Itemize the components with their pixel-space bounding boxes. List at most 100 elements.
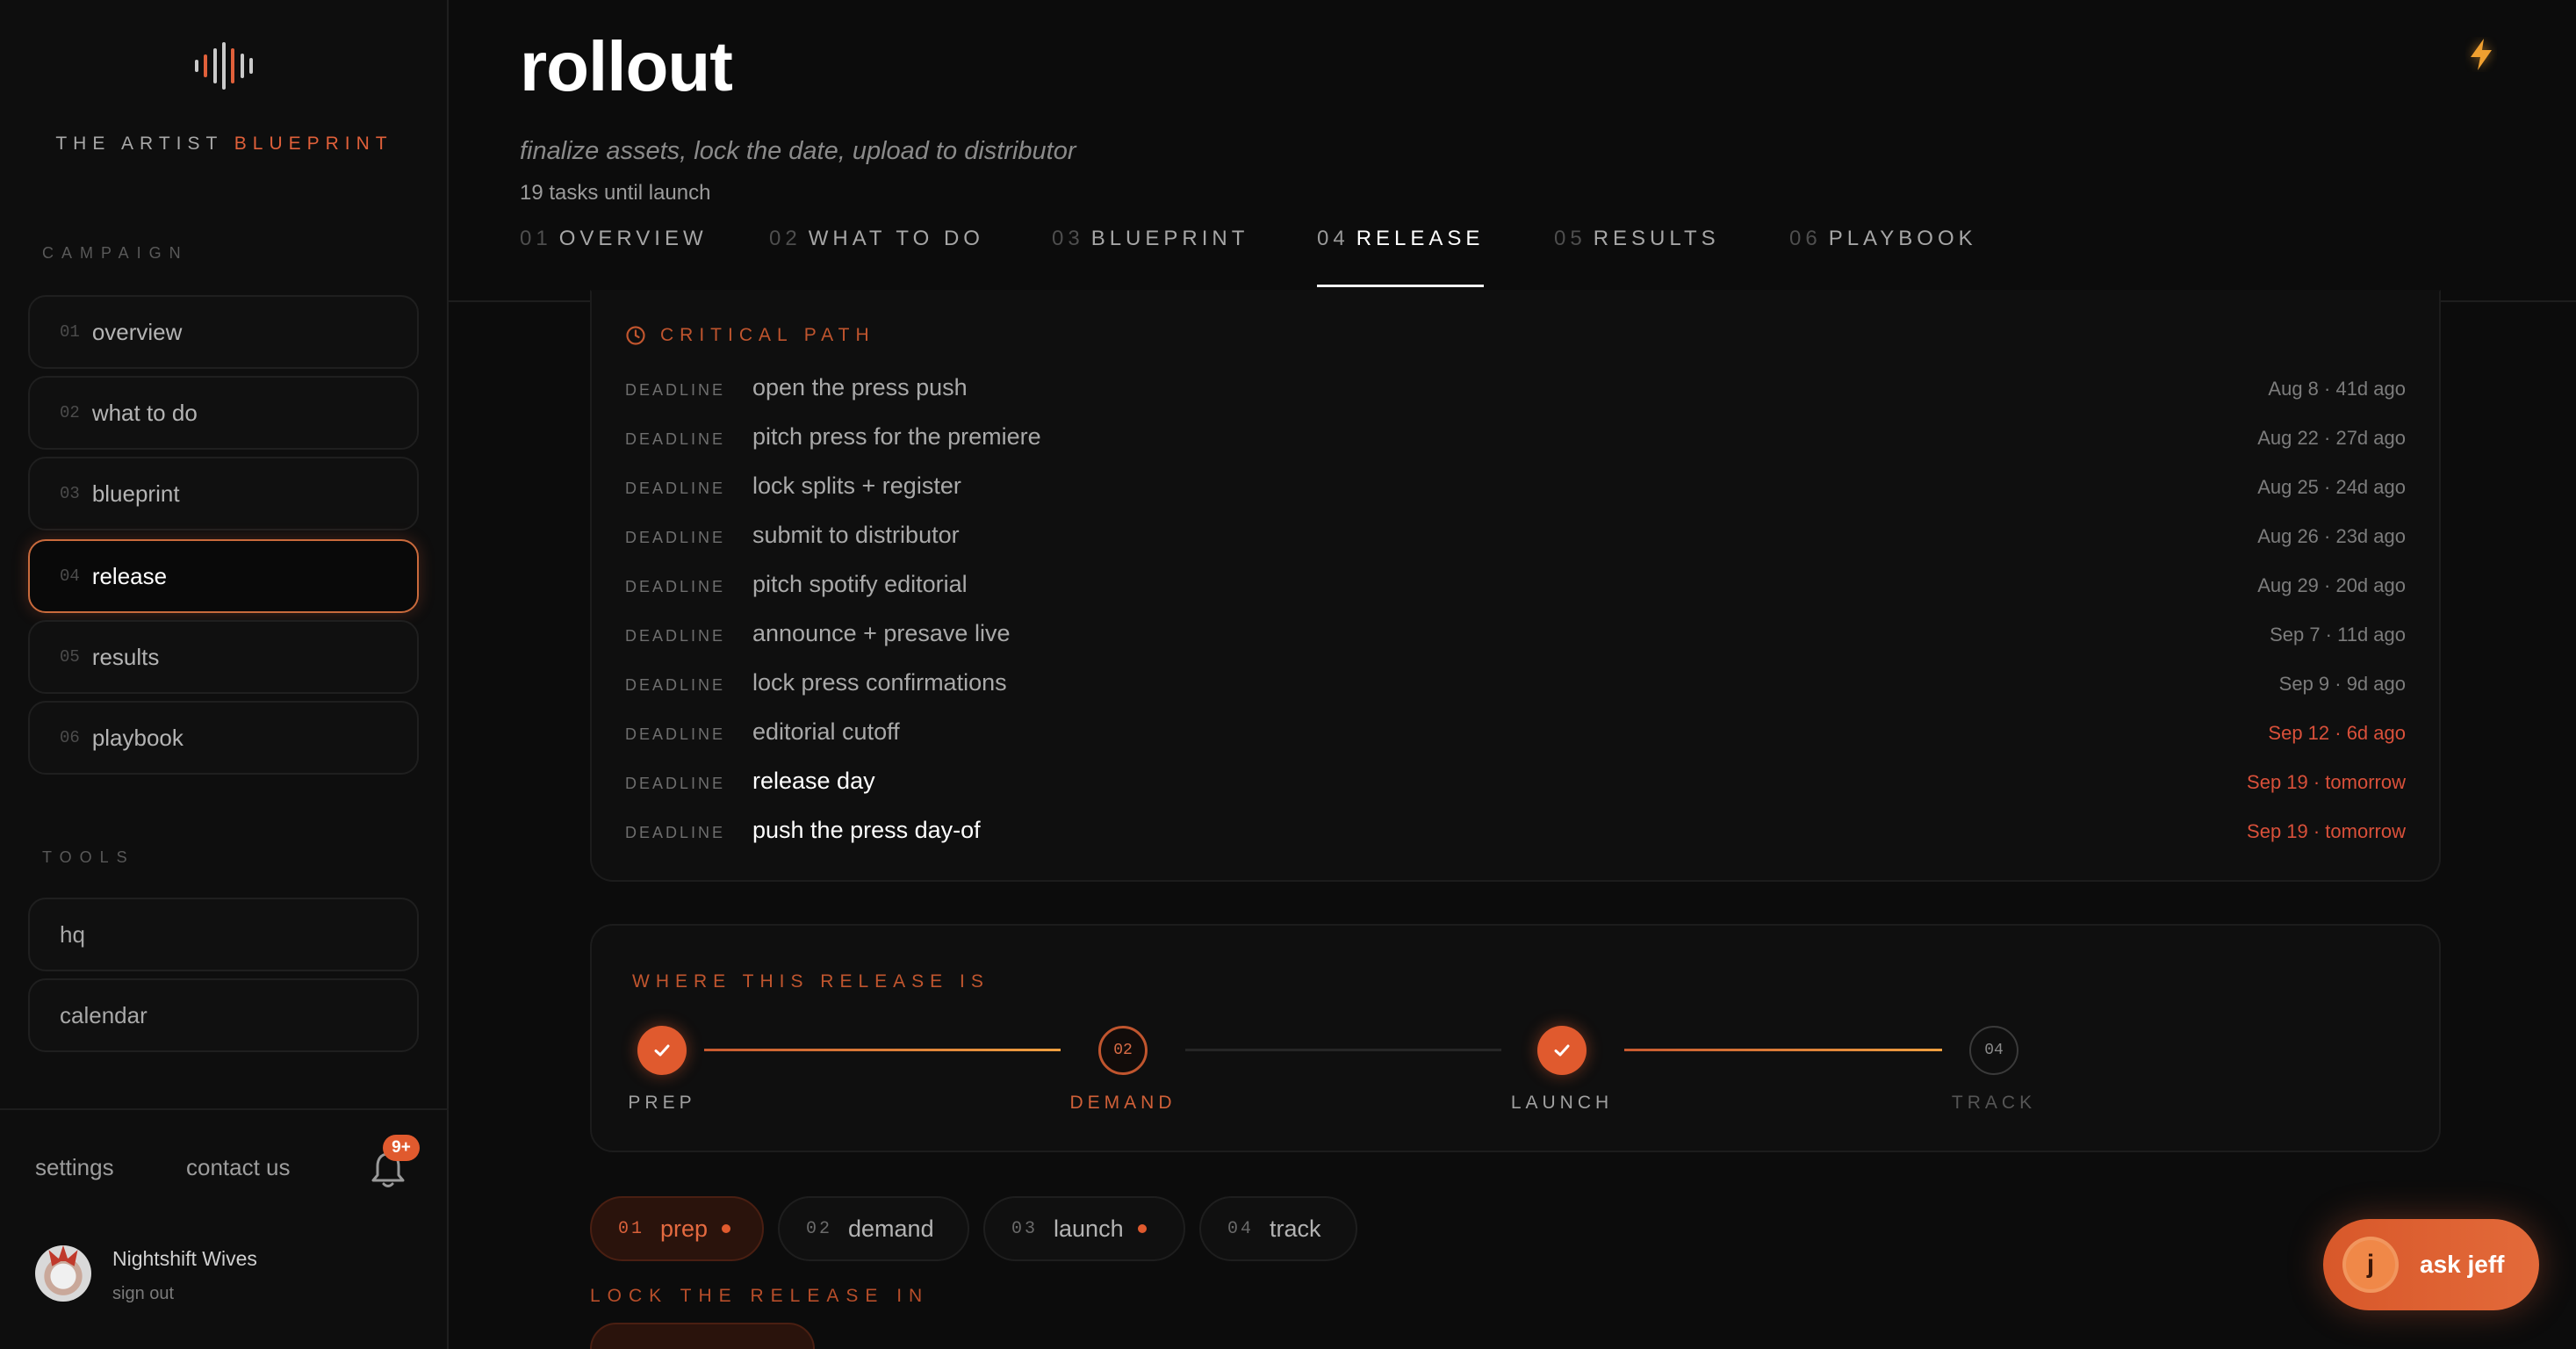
sidebar-item-release[interactable]: 04 release: [28, 539, 419, 613]
tab-what-to-do[interactable]: 02 WHAT TO DO: [769, 227, 984, 288]
deadline-task: pitch spotify editorial: [752, 571, 968, 597]
task-count: 19 tasks until launch: [520, 181, 711, 205]
phase-label: launch: [1054, 1215, 1124, 1242]
deadline-row[interactable]: DEADLINE pitch spotify editorial Aug 29 …: [625, 571, 2406, 606]
tab-results[interactable]: 05 RESULTS: [1554, 227, 1720, 288]
tab-overview[interactable]: 01 OVERVIEW: [520, 227, 708, 288]
deadline-date: Aug 26 · 23d ago: [2257, 525, 2406, 547]
phase-number: 01: [618, 1218, 645, 1239]
deadline-date: Sep 7 · 11d ago: [2270, 624, 2406, 646]
phase-pill-launch[interactable]: 03 launch: [983, 1196, 1185, 1261]
notification-badge: 9+: [383, 1135, 420, 1161]
deadline-row[interactable]: DEADLINE announce + presave live Sep 7 ·…: [625, 620, 2406, 655]
phase-label: track: [1270, 1215, 1321, 1242]
deadline-task: submit to distributor: [752, 522, 960, 548]
sidebar-item-number: 02: [60, 403, 80, 422]
deadline-tag: DEADLINE: [625, 529, 726, 546]
page-subtitle: finalize assets, lock the date, upload t…: [520, 137, 1076, 165]
lightning-icon[interactable]: [2465, 37, 2497, 72]
step-prep-check-icon[interactable]: [637, 1026, 687, 1075]
contact-us-link[interactable]: contact us: [186, 1154, 291, 1181]
tab-blueprint[interactable]: 03 BLUEPRINT: [1052, 227, 1248, 288]
sidebar-item-what-to-do[interactable]: 02 what to do: [28, 376, 419, 450]
deadline-tag: DEADLINE: [625, 775, 726, 792]
step-label-prep: PREP: [628, 1093, 696, 1113]
tab-label: RESULTS: [1593, 227, 1720, 250]
deadline-row[interactable]: DEADLINE release day Sep 19 · tomorrow: [625, 768, 2406, 803]
deadline-row[interactable]: DEADLINE editorial cutoff Sep 12 · 6d ag…: [625, 718, 2406, 754]
deadline-tag: DEADLINE: [625, 578, 726, 595]
critical-path-title: CRITICAL PATH: [660, 325, 875, 345]
phase-pill-demand[interactable]: 02 demand: [778, 1196, 969, 1261]
tab-number: 04: [1317, 227, 1349, 250]
deadline-task: release day: [752, 768, 875, 794]
deadline-tag: DEADLINE: [625, 824, 726, 841]
deadline-tag: DEADLINE: [625, 725, 726, 743]
release-progress-title: WHERE THIS RELEASE IS: [632, 971, 989, 992]
sidebar-tool-hq[interactable]: hq: [28, 898, 419, 971]
deadline-tag: DEADLINE: [625, 381, 726, 399]
deadline-date: Aug 29 · 20d ago: [2257, 574, 2406, 596]
deadline-date: Sep 12 · 6d ago: [2268, 722, 2406, 744]
phase-pill-track[interactable]: 04 track: [1199, 1196, 1357, 1261]
deadline-row[interactable]: DEADLINE lock press confirmations Sep 9 …: [625, 669, 2406, 704]
deadline-task: pitch press for the premiere: [752, 423, 1041, 450]
ask-jeff-label: ask jeff: [2420, 1251, 2505, 1278]
deadline-task: open the press push: [752, 374, 968, 400]
sidebar-item-results[interactable]: 05 results: [28, 620, 419, 694]
step-track[interactable]: 04: [1969, 1026, 2018, 1075]
deadline-row[interactable]: DEADLINE pitch press for the premiere Au…: [625, 423, 2406, 458]
deadline-tag: DEADLINE: [625, 627, 726, 645]
phase-number: 04: [1227, 1218, 1255, 1239]
step-label-track: TRACK: [1951, 1093, 2037, 1113]
deadline-date: Aug 22 · 27d ago: [2257, 427, 2406, 449]
brand-wordmark: THE ARTIST BLUEPRINT: [0, 133, 449, 155]
deadline-tag: DEADLINE: [625, 676, 726, 694]
sidebar-item-label: blueprint: [91, 480, 180, 507]
step-demand[interactable]: 02: [1098, 1026, 1148, 1075]
phase-pill-prep[interactable]: 01 prep: [590, 1196, 764, 1261]
phase-number: 03: [1011, 1218, 1039, 1239]
brand-prefix: THE ARTIST: [55, 133, 223, 154]
sidebar-item-blueprint[interactable]: 03 blueprint: [28, 457, 419, 530]
status-dot: [722, 1224, 731, 1233]
tab-playbook[interactable]: 06 PLAYBOOK: [1789, 227, 1977, 288]
sidebar-item-number: 01: [60, 322, 80, 342]
sidebar-item-number: 05: [60, 647, 80, 667]
tab-number: 06: [1789, 227, 1822, 250]
release-chip[interactable]: [590, 1323, 815, 1349]
sidebar-tool-calendar[interactable]: calendar: [28, 978, 419, 1052]
sidebar-item-playbook[interactable]: 06 playbook: [28, 701, 419, 775]
step-label-launch: LAUNCH: [1510, 1093, 1614, 1113]
sidebar-item-overview[interactable]: 01 overview: [28, 295, 419, 369]
deadline-date: Aug 25 · 24d ago: [2257, 476, 2406, 498]
progress-connector: [704, 1049, 1061, 1051]
progress-connector: [1185, 1049, 1501, 1051]
tab-number: 01: [520, 227, 552, 250]
deadline-row[interactable]: DEADLINE open the press push Aug 8 · 41d…: [625, 374, 2406, 409]
deadline-row[interactable]: DEADLINE lock splits + register Aug 25 ·…: [625, 473, 2406, 508]
tab-label: WHAT TO DO: [808, 227, 984, 250]
ask-jeff-button[interactable]: j ask jeff: [2323, 1219, 2539, 1310]
deadline-task: lock splits + register: [752, 473, 961, 499]
sidebar-item-number: 04: [60, 566, 80, 586]
phase-label: prep: [660, 1215, 709, 1242]
deadline-row[interactable]: DEADLINE submit to distributor Aug 26 · …: [625, 522, 2406, 557]
deadline-date: Sep 9 · 9d ago: [2278, 673, 2406, 695]
sidebar: THE ARTIST BLUEPRINT CAMPAIGN 01 overvie…: [0, 0, 449, 1349]
deadline-task: lock press confirmations: [752, 669, 1007, 696]
step-launch-check-icon[interactable]: [1537, 1026, 1587, 1075]
active-tab-indicator: [1317, 285, 1484, 287]
sidebar-tool-label: hq: [60, 920, 85, 948]
sidebar-item-label: playbook: [91, 724, 183, 751]
deadline-task: push the press day-of: [752, 817, 981, 843]
settings-link[interactable]: settings: [35, 1154, 114, 1181]
sidebar-item-label: overview: [91, 318, 183, 345]
brand-accent: BLUEPRINT: [234, 133, 393, 154]
tab-number: 02: [769, 227, 802, 250]
tab-label: PLAYBOOK: [1828, 227, 1977, 250]
sign-out-link[interactable]: sign out: [112, 1284, 174, 1304]
avatar[interactable]: [35, 1245, 91, 1302]
deadline-row[interactable]: DEADLINE push the press day-of Sep 19 · …: [625, 817, 2406, 852]
tab-release[interactable]: 04 RELEASE: [1317, 227, 1484, 288]
